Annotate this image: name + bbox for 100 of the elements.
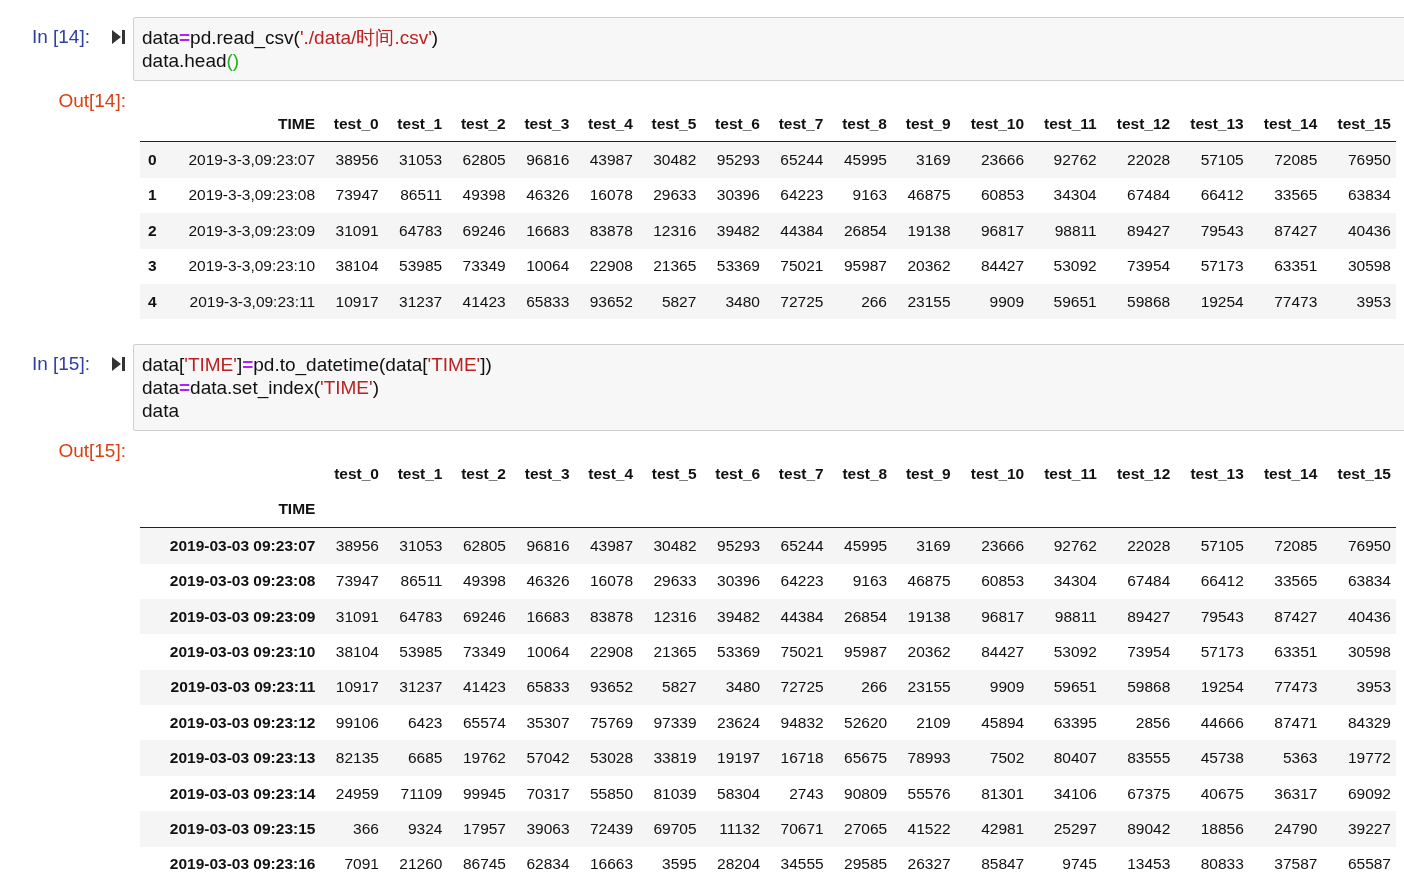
table-cell: 93652 [574, 669, 639, 706]
table-cell: 10064 [511, 634, 575, 670]
output-prompt: Out[15]: [57, 439, 127, 464]
table-cell: 84427 [955, 634, 1030, 670]
table-cell: 266 [828, 669, 893, 706]
table-cell: 29633 [637, 177, 702, 214]
table-cell: 10917 [320, 669, 384, 706]
table-cell: 19762 [447, 740, 511, 776]
table-cell: 73349 [447, 248, 511, 284]
table-cell: 63395 [1029, 705, 1102, 741]
table-cell: 16078 [574, 563, 639, 599]
table-cell: 13453 [1101, 846, 1176, 881]
row-index: 4 [140, 283, 162, 320]
table-cell: 73954 [1101, 634, 1176, 670]
table-cell: 12316 [637, 213, 702, 249]
table-cell: 85847 [955, 846, 1030, 881]
table-cell: 65574 [447, 705, 511, 741]
table-cell: 73947 [320, 177, 384, 214]
table-cell: 19772 [1322, 740, 1396, 776]
table-cell: 30482 [638, 527, 702, 564]
code-line: data.head() [142, 49, 241, 72]
table-cell: 34555 [765, 846, 829, 881]
table-cell: 9163 [828, 563, 893, 599]
table-cell: 39482 [701, 598, 766, 635]
table-cell: 22028 [1101, 141, 1176, 178]
row-index: 2019-03-03 09:23:12 [140, 705, 321, 741]
table-cell: 64223 [764, 177, 829, 214]
table-cell: 10064 [510, 248, 575, 284]
table-cell: 97339 [638, 705, 702, 741]
code-line: data=pd.read_csv('./data/时间.csv') [142, 26, 440, 49]
table-cell: 20362 [892, 248, 956, 284]
column-header: test_8 [828, 106, 892, 142]
table-cell: 30598 [1322, 248, 1396, 284]
table-cell: 2856 [1101, 705, 1176, 741]
table-cell: 83878 [574, 213, 638, 249]
table-cell: 55850 [574, 775, 639, 812]
table-cell: 41423 [447, 669, 511, 706]
table-cell: 46875 [892, 563, 956, 599]
column-header: test_0 [333, 464, 380, 485]
table-cell: 94832 [765, 705, 829, 741]
table-cell: 9745 [1029, 846, 1102, 881]
code-cell[interactable]: data=pd.read_csv('./data/时间.csv') data.head() [133, 17, 1404, 81]
table-cell: 63834 [1322, 563, 1396, 599]
table-cell: 30482 [637, 141, 702, 178]
table-cell: 16683 [511, 598, 575, 635]
table-cell: 19254 [1175, 669, 1249, 706]
column-header: test_2 [447, 106, 511, 142]
table-cell: 89427 [1101, 213, 1176, 249]
table-cell: 3953 [1322, 669, 1396, 706]
table-cell: 72725 [765, 669, 829, 706]
table-cell: 42981 [955, 811, 1030, 847]
table-cell: 6685 [383, 740, 448, 776]
table-cell: 40675 [1175, 775, 1249, 812]
table-cell: 71109 [383, 775, 448, 812]
run-cell-icon[interactable] [112, 29, 125, 45]
table-cell: 60853 [955, 177, 1030, 214]
table-cell: 53092 [1029, 634, 1102, 670]
table-cell: 69246 [447, 213, 511, 249]
table-cell: 16663 [574, 846, 639, 881]
table-cell: 5827 [637, 283, 702, 320]
table-cell: 30396 [701, 563, 766, 599]
table-cell: 36317 [1248, 775, 1323, 812]
table-cell: 33565 [1248, 563, 1323, 599]
table-cell: 57105 [1175, 141, 1249, 178]
table-cell: 38956 [320, 527, 384, 564]
column-header: test_6 [714, 464, 762, 485]
column-header: test_12 [1115, 464, 1172, 485]
column-header: test_14 [1248, 106, 1323, 142]
table-cell: 21260 [383, 846, 448, 881]
table-cell: 80833 [1175, 846, 1249, 881]
table-cell: 95293 [701, 141, 765, 178]
table-cell: 38104 [320, 634, 384, 670]
table-cell: 95987 [828, 634, 893, 670]
column-header: test_4 [574, 106, 638, 142]
table-cell: 43987 [574, 527, 639, 564]
table-cell: 53985 [383, 634, 448, 670]
table-cell: 77473 [1248, 669, 1323, 706]
table-cell: 9909 [955, 669, 1030, 706]
table-cell: 63351 [1248, 634, 1323, 670]
table-cell: 96817 [955, 213, 1030, 249]
table-cell: 34106 [1029, 775, 1102, 812]
table-cell: 19254 [1175, 283, 1249, 320]
table-cell: 75769 [574, 705, 639, 741]
table-cell: 3480 [701, 669, 766, 706]
column-header: test_13 [1175, 106, 1249, 142]
row-index: 2 [140, 213, 162, 249]
table-cell: 2019-3-3,09:23:07 [161, 141, 321, 178]
row-index: 3 [140, 248, 162, 284]
code-cell[interactable]: data['TIME']=pd.to_datetime(data['TIME']) data=data.set_index('TIME') data [133, 344, 1404, 432]
table-cell: 64783 [383, 598, 448, 635]
table-cell: 366 [320, 811, 384, 847]
table-cell: 9324 [383, 811, 448, 847]
table-cell: 86745 [447, 846, 511, 881]
table-cell: 9163 [828, 177, 892, 214]
table-cell: 65244 [764, 141, 829, 178]
column-header: test_1 [396, 464, 444, 485]
table-cell: 73349 [447, 634, 511, 670]
table-cell: 46326 [511, 563, 575, 599]
run-cell-icon[interactable] [112, 356, 125, 373]
table-cell: 59868 [1101, 669, 1176, 706]
